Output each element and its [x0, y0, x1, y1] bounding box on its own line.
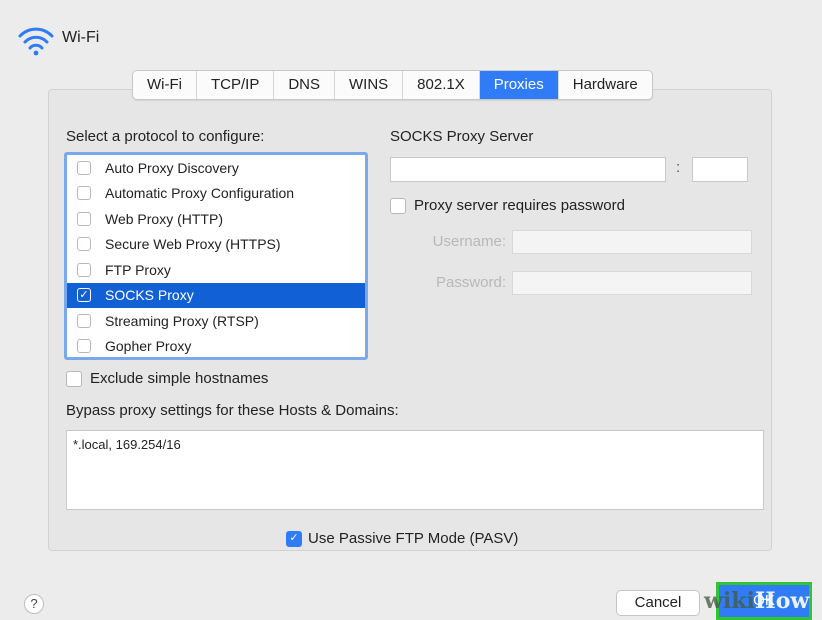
password-label: Password: [435, 274, 506, 291]
protocol-list: Auto Proxy Discovery Automatic Proxy Con… [64, 152, 368, 360]
tab-proxies[interactable]: Proxies [479, 71, 559, 99]
tab-hardware[interactable]: Hardware [559, 71, 652, 99]
tab-wifi[interactable]: Wi-Fi [133, 71, 197, 99]
tab-dns[interactable]: DNS [274, 71, 335, 99]
passive-ftp-label: Use Passive FTP Mode (PASV) [308, 530, 519, 547]
passive-ftp-checkbox[interactable]: ✓ [286, 530, 302, 547]
protocol-label: Gopher Proxy [105, 338, 192, 355]
protocol-checkbox[interactable] [77, 186, 91, 201]
tab-tcpip[interactable]: TCP/IP [197, 71, 275, 99]
checkmark-icon: ✓ [79, 288, 89, 301]
tab-8021x[interactable]: 802.1X [403, 71, 480, 99]
proxy-server-input[interactable] [390, 157, 666, 182]
protocol-item-secure-web-proxy[interactable]: Secure Web Proxy (HTTPS) [67, 232, 365, 258]
protocol-item-auto-config[interactable]: Automatic Proxy Configuration [67, 181, 365, 207]
username-label: Username: [432, 233, 506, 250]
proxy-port-input[interactable] [692, 157, 748, 182]
protocol-checkbox[interactable] [77, 211, 91, 226]
cancel-button[interactable]: Cancel [616, 590, 700, 616]
wikihow-watermark: wikiHow [704, 588, 810, 614]
protocol-item-streaming-proxy[interactable]: Streaming Proxy (RTSP) [67, 308, 365, 334]
requires-password-label: Proxy server requires password [414, 197, 625, 214]
wifi-icon [18, 27, 54, 56]
protocol-label: Secure Web Proxy (HTTPS) [105, 236, 281, 253]
proxy-server-heading: SOCKS Proxy Server [390, 128, 534, 145]
protocol-label: Automatic Proxy Configuration [105, 185, 295, 202]
protocol-item-gopher-proxy[interactable]: Gopher Proxy [67, 334, 365, 358]
protocol-item-ftp-proxy[interactable]: FTP Proxy [67, 257, 365, 283]
protocol-item-auto-discovery[interactable]: Auto Proxy Discovery [67, 155, 365, 181]
protocol-checkbox[interactable] [77, 262, 91, 277]
bypass-hosts-textarea[interactable]: *.local, 169.254/16 [66, 430, 764, 510]
protocol-item-web-proxy[interactable]: Web Proxy (HTTP) [67, 206, 365, 232]
port-separator: : [676, 159, 681, 176]
tab-bar: Wi-Fi TCP/IP DNS WINS 802.1X Proxies Har… [132, 70, 653, 100]
username-field[interactable] [512, 230, 752, 254]
protocol-label: Streaming Proxy (RTSP) [105, 312, 259, 329]
protocol-item-socks-proxy[interactable]: ✓ SOCKS Proxy [67, 282, 365, 308]
protocol-label: Web Proxy (HTTP) [105, 210, 223, 227]
password-field[interactable] [512, 271, 752, 295]
tab-wins[interactable]: WINS [335, 71, 404, 99]
bypass-label: Bypass proxy settings for these Hosts & … [66, 402, 399, 419]
exclude-simple-row: Exclude simple hostnames [66, 370, 268, 387]
protocol-label: Auto Proxy Discovery [105, 159, 239, 176]
question-icon: ? [30, 596, 38, 611]
exclude-simple-checkbox[interactable] [66, 370, 82, 387]
protocol-checkbox[interactable] [77, 313, 91, 328]
protocol-checkbox[interactable]: ✓ [77, 288, 91, 303]
help-button[interactable]: ? [24, 594, 44, 614]
protocol-checkbox[interactable] [77, 237, 91, 252]
requires-password-row: Proxy server requires password [390, 197, 625, 214]
passive-ftp-row: ✓ Use Passive FTP Mode (PASV) [286, 530, 518, 547]
checkmark-icon: ✓ [289, 532, 299, 544]
protocol-checkbox[interactable] [77, 339, 91, 354]
protocol-label: SOCKS Proxy [105, 287, 194, 304]
window-title: Wi-Fi [62, 29, 100, 46]
protocol-heading: Select a protocol to configure: [66, 128, 265, 145]
protocol-label: FTP Proxy [105, 261, 171, 278]
protocol-checkbox[interactable] [77, 160, 91, 175]
requires-password-checkbox[interactable] [390, 197, 406, 214]
exclude-simple-label: Exclude simple hostnames [90, 370, 269, 387]
